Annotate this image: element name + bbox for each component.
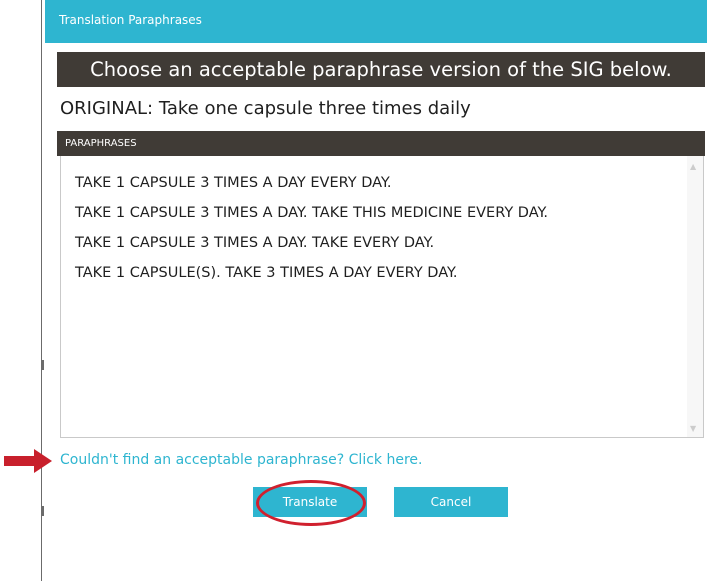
window-left-border [41,0,42,581]
title-bar: Translation Paraphrases [45,0,707,43]
paraphrases-header-label: PARAPHRASES [65,138,137,149]
border-tick [41,360,44,370]
translate-button[interactable]: Translate [253,487,367,517]
window-title: Translation Paraphrases [59,13,202,27]
list-item[interactable]: TAKE 1 CAPSULE 3 TIMES A DAY. TAKE THIS … [75,205,548,221]
list-item[interactable]: TAKE 1 CAPSULE 3 TIMES A DAY. TAKE EVERY… [75,235,434,251]
list-item[interactable]: TAKE 1 CAPSULE(S). TAKE 3 TIMES A DAY EV… [75,265,458,281]
instruction-banner: Choose an acceptable paraphrase version … [57,52,705,87]
paraphrase-list[interactable]: TAKE 1 CAPSULE 3 TIMES A DAY EVERY DAY. … [60,156,704,438]
cancel-button[interactable]: Cancel [394,487,508,517]
paraphrases-header: PARAPHRASES [57,131,705,156]
help-link[interactable]: Couldn't find an acceptable paraphrase? … [60,452,422,468]
right-arrow-icon [4,449,52,473]
scroll-up-icon[interactable]: ▲ [690,162,696,171]
list-item[interactable]: TAKE 1 CAPSULE 3 TIMES A DAY EVERY DAY. [75,175,391,191]
scroll-down-icon[interactable]: ▼ [690,424,696,433]
scrollbar[interactable]: ▲ ▼ [687,156,703,437]
original-sig: ORIGINAL: Take one capsule three times d… [60,98,471,119]
border-tick [41,506,44,516]
